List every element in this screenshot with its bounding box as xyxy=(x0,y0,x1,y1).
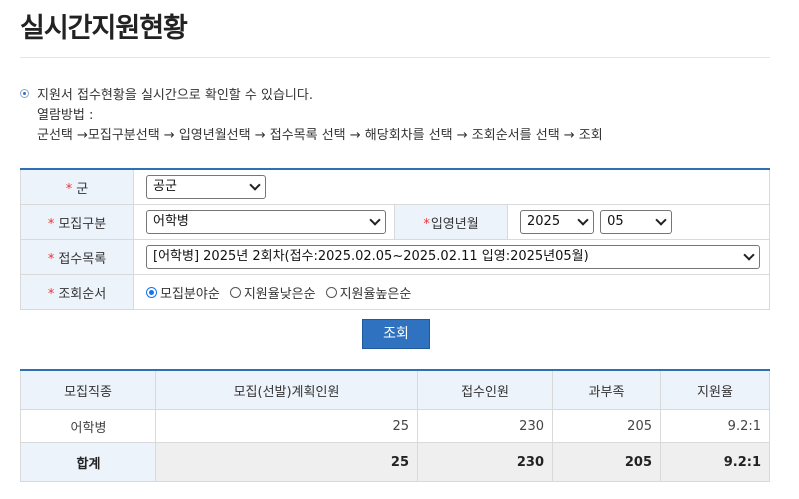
order-radio-high-rate[interactable]: 지원율높은순 xyxy=(325,283,411,302)
chevron-down-icon xyxy=(249,179,261,191)
receipt-list-select[interactable]: [어학병] 2025년 2회차(접수:2025.02.05~2025.02.11… xyxy=(146,245,760,269)
guide-intro: 지원서 접수현황을 실시간으로 확인할 수 있습니다. xyxy=(37,88,313,103)
usage-guide: 지원서 접수현황을 실시간으로 확인할 수 있습니다. 열람방법 : 군선택 →… xyxy=(20,86,603,146)
total-label: 합계 xyxy=(20,442,156,482)
header-planned: 모집(선발)계획인원 xyxy=(155,370,418,410)
radio-icon[interactable] xyxy=(229,286,241,298)
branch-label: * 군 xyxy=(20,169,134,205)
bullet-icon xyxy=(20,89,29,98)
enlist-date-label: *입영년월 xyxy=(394,204,508,240)
cell-planned: 25 xyxy=(155,409,418,443)
radio-icon[interactable] xyxy=(325,286,337,298)
radio-selected-icon[interactable] xyxy=(146,286,157,298)
total-rate: 9.2:1 xyxy=(660,442,770,482)
total-planned: 25 xyxy=(155,442,418,482)
cell-rate: 9.2:1 xyxy=(660,409,770,443)
total-row: 합계 25 230 205 9.2:1 xyxy=(20,442,770,482)
branch-select[interactable]: 공군 xyxy=(146,175,266,199)
cell-surplus: 205 xyxy=(552,409,661,443)
total-surplus: 205 xyxy=(552,442,661,482)
cell-job: 어학병 xyxy=(20,409,156,443)
order-radio-low-rate[interactable]: 지원율낮은순 xyxy=(229,283,316,302)
chevron-down-icon xyxy=(743,249,755,261)
header-surplus: 과부족 xyxy=(552,370,661,410)
guide-steps: 군선택 →모집구분선택 → 입영년월선택 → 접수목록 선택 → 해당회차를 선… xyxy=(37,128,603,143)
search-form: * 군 공군 * 모집구분 어학병 *입영년월 2025 05 * 접수목록 [… xyxy=(20,168,770,310)
page-title: 실시간지원현황 xyxy=(20,13,188,44)
chevron-down-icon xyxy=(577,214,589,226)
table-header-row: 모집직종 모집(선발)계획인원 접수인원 과부족 지원율 xyxy=(20,370,770,410)
order-label: * 조회순서 xyxy=(20,274,134,310)
header-applicants: 접수인원 xyxy=(417,370,553,410)
recruit-type-select[interactable]: 어학병 xyxy=(146,210,386,234)
cell-applicants: 230 xyxy=(417,409,553,443)
total-applicants: 230 xyxy=(417,442,553,482)
order-radio-field[interactable]: 모집분야순 xyxy=(146,283,220,302)
table-row: 어학병 25 230 205 9.2:1 xyxy=(20,409,770,443)
chevron-down-icon xyxy=(655,214,667,226)
header-rate: 지원율 xyxy=(660,370,770,410)
order-radio-group: 모집분야순 지원율낮은순 지원율높은순 xyxy=(146,283,769,302)
chevron-down-icon xyxy=(369,214,381,226)
title-divider xyxy=(20,57,770,58)
receipt-list-label: * 접수목록 xyxy=(20,239,134,275)
header-job: 모집직종 xyxy=(20,370,156,410)
enlist-month-select[interactable]: 05 xyxy=(600,210,673,234)
recruit-type-label: * 모집구분 xyxy=(20,204,134,240)
enlist-year-select[interactable]: 2025 xyxy=(520,210,594,234)
results-table: 모집직종 모집(선발)계획인원 접수인원 과부족 지원율 어학병 25 230 … xyxy=(20,369,770,482)
guide-method-label: 열람방법 : xyxy=(37,108,94,123)
search-button[interactable]: 조회 xyxy=(362,319,430,349)
